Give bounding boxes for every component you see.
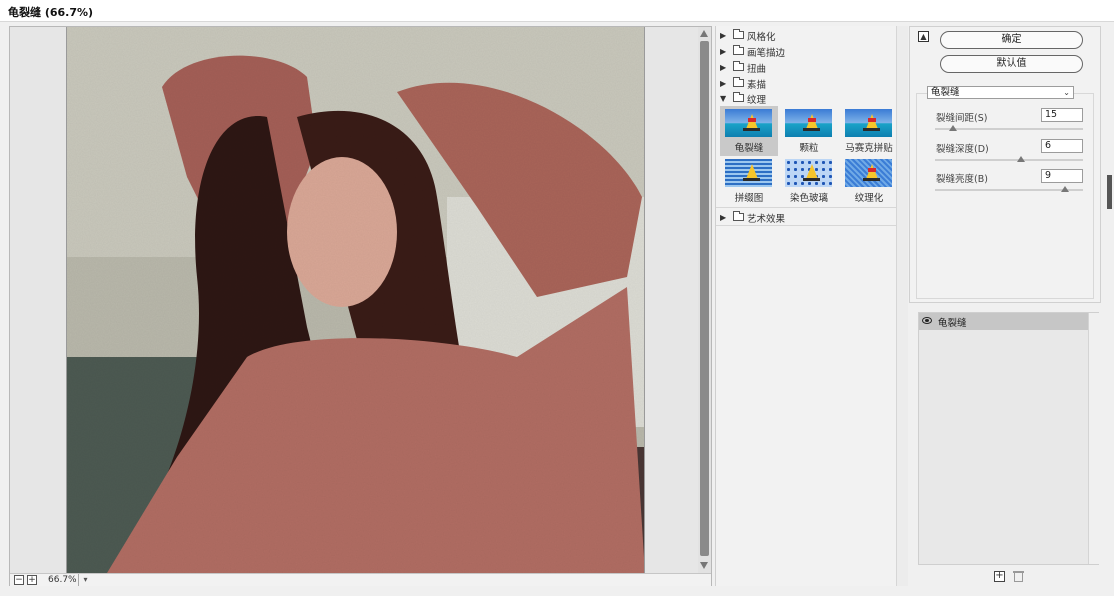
zoom-out-button[interactable]: − bbox=[14, 575, 24, 585]
zoom-in-button[interactable]: + bbox=[27, 575, 37, 585]
scroll-down-icon[interactable] bbox=[700, 562, 708, 569]
category-distort[interactable]: ▶ 扭曲 bbox=[720, 60, 895, 75]
sailboat-thumbnail bbox=[785, 159, 832, 187]
preview-scrollbar[interactable] bbox=[698, 27, 711, 573]
effect-layer-row[interactable]: 龟裂缝 bbox=[919, 313, 1088, 330]
slider-handle-icon[interactable] bbox=[1061, 186, 1070, 192]
chevron-right-icon: ▶ bbox=[720, 63, 727, 72]
effect-layers-panel: 龟裂缝 bbox=[918, 312, 1099, 565]
layers-scrollbar[interactable] bbox=[1088, 313, 1099, 564]
chevron-down-icon: ▼ bbox=[720, 94, 727, 103]
collapse-gallery-icon[interactable]: ▲ bbox=[918, 31, 929, 42]
filter-thumb-patchwork[interactable]: 拼缀图 bbox=[720, 156, 778, 206]
folder-icon bbox=[733, 211, 744, 221]
chevron-down-icon: ⌄ bbox=[1063, 88, 1070, 97]
crack-brightness-param: 裂缝亮度(B) 9 bbox=[930, 169, 1090, 197]
scroll-up-icon[interactable] bbox=[700, 30, 708, 37]
sailboat-thumbnail bbox=[725, 159, 772, 187]
sailboat-thumbnail bbox=[785, 109, 832, 137]
divider bbox=[716, 225, 896, 226]
filter-gallery: ▶ 风格化 ▶ 画笔描边 ▶ 扭曲 ▶ 素描 ▼ 纹理 龟裂缝 颗粒 马赛克拼贴 bbox=[715, 26, 896, 586]
window-edge-scrollbar bbox=[1107, 175, 1112, 209]
folder-open-icon bbox=[733, 92, 744, 102]
chevron-right-icon: ▶ bbox=[720, 47, 727, 56]
crack-depth-input[interactable]: 6 bbox=[1041, 139, 1083, 153]
sailboat-thumbnail bbox=[845, 159, 892, 187]
sailboat-thumbnail bbox=[845, 109, 892, 137]
scroll-thumb[interactable] bbox=[700, 41, 709, 556]
default-button[interactable]: 默认值 bbox=[940, 55, 1083, 73]
category-texture[interactable]: ▼ 纹理 bbox=[720, 91, 895, 106]
category-sketch[interactable]: ▶ 素描 bbox=[720, 76, 895, 91]
folder-icon bbox=[733, 29, 744, 39]
crack-brightness-input[interactable]: 9 bbox=[1041, 169, 1083, 183]
crack-spacing-param: 裂缝间距(S) 15 bbox=[930, 108, 1090, 136]
filter-select[interactable]: 龟裂缝 ⌄ bbox=[927, 86, 1074, 99]
ok-button[interactable]: 确定 bbox=[940, 31, 1083, 49]
chevron-right-icon: ▶ bbox=[720, 213, 727, 222]
preview-canvas[interactable] bbox=[66, 27, 645, 573]
slider-handle-icon[interactable] bbox=[1016, 156, 1025, 162]
filter-thumb-mosaic-tiles[interactable]: 马赛克拼贴 bbox=[840, 106, 898, 156]
category-brush-strokes[interactable]: ▶ 画笔描边 bbox=[720, 44, 895, 59]
zoom-dropdown-button[interactable]: ▾ bbox=[78, 574, 92, 586]
gallery-scrollbar[interactable] bbox=[896, 26, 908, 586]
crack-depth-track[interactable] bbox=[935, 159, 1083, 161]
preview-panel: − + 66.7% ▾ bbox=[9, 26, 712, 586]
chevron-right-icon: ▶ bbox=[720, 31, 727, 40]
filter-thumb-texturizer[interactable]: 纹理化 bbox=[840, 156, 898, 206]
eye-icon[interactable] bbox=[922, 317, 932, 324]
filter-thumb-grain[interactable]: 颗粒 bbox=[780, 106, 838, 156]
filter-thumb-craquelure[interactable]: 龟裂缝 bbox=[720, 106, 778, 156]
folder-icon bbox=[733, 61, 744, 71]
category-artistic[interactable]: ▶ 艺术效果 bbox=[720, 210, 895, 225]
zoom-level: 66.7% bbox=[48, 575, 77, 585]
zoom-bar: − + 66.7% ▾ bbox=[10, 573, 711, 586]
folder-icon bbox=[733, 77, 744, 87]
window-title: 龟裂缝 (66.7%) bbox=[8, 6, 94, 19]
crack-spacing-input[interactable]: 15 bbox=[1041, 108, 1083, 122]
crack-spacing-track[interactable] bbox=[935, 128, 1083, 130]
folder-icon bbox=[733, 45, 744, 55]
filter-thumb-stained-glass[interactable]: 染色玻璃 bbox=[780, 156, 838, 206]
divider bbox=[716, 207, 896, 208]
new-effect-layer-button[interactable]: + bbox=[994, 571, 1005, 582]
title-bar: 龟裂缝 (66.7%) bbox=[0, 0, 1114, 22]
crack-depth-param: 裂缝深度(D) 6 bbox=[930, 139, 1090, 167]
settings-panel: ▲ 确定 默认值 龟裂缝 ⌄ 裂缝间距(S) 15 裂缝深度(D) 6 裂缝亮度… bbox=[909, 26, 1101, 303]
trash-icon[interactable] bbox=[1013, 571, 1024, 582]
category-stylize[interactable]: ▶ 风格化 bbox=[720, 28, 895, 43]
slider-handle-icon[interactable] bbox=[948, 125, 957, 131]
chevron-right-icon: ▶ bbox=[720, 79, 727, 88]
preview-image bbox=[67, 27, 644, 573]
sailboat-thumbnail bbox=[725, 109, 772, 137]
